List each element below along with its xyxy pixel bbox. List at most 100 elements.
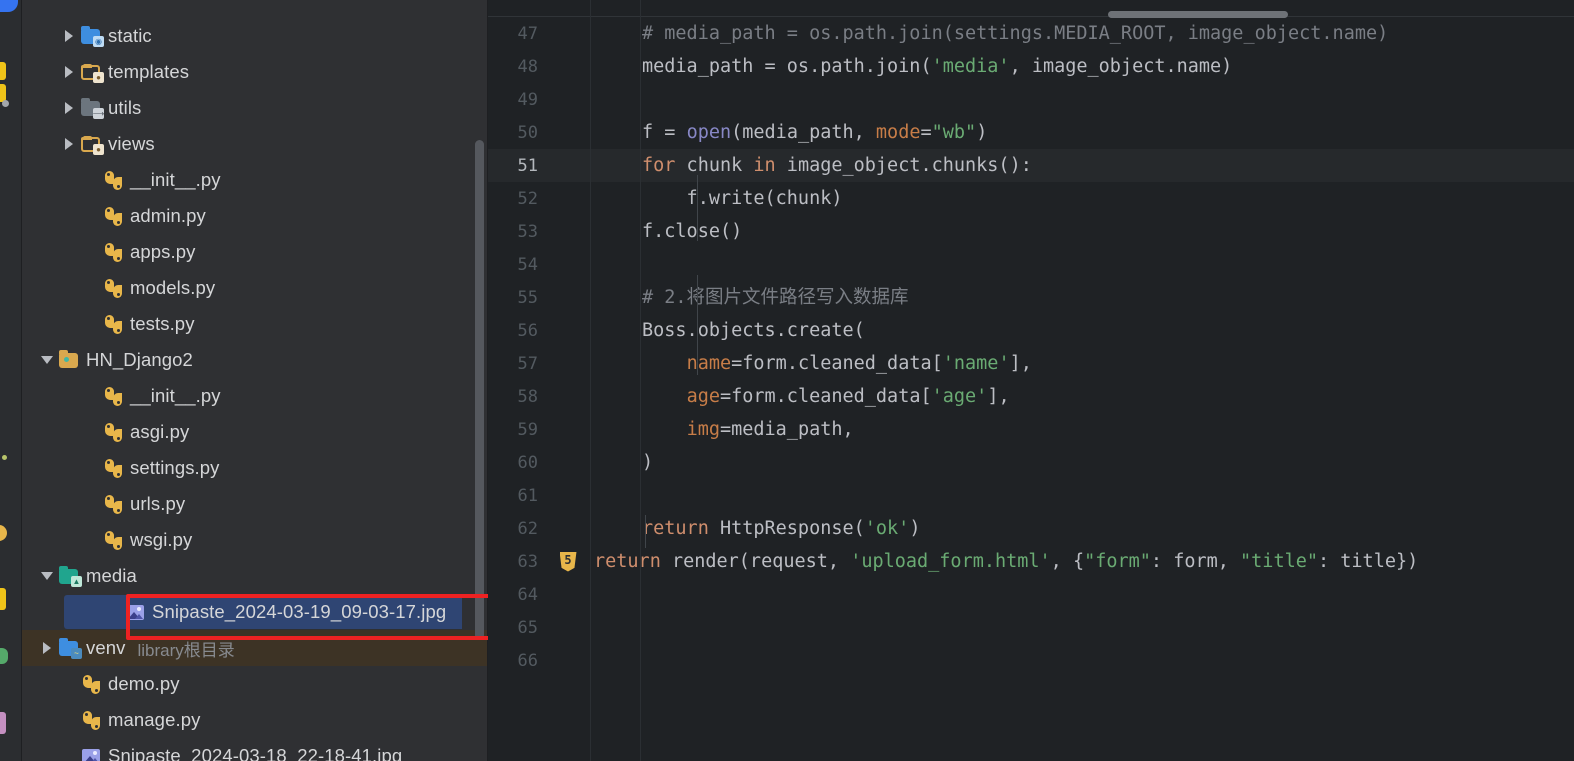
code-line[interactable]: 51 for chunk in image_object.chunks(): — [488, 149, 1574, 182]
code-line[interactable]: 48 media_path = os.path.join('media', ima… — [488, 50, 1574, 83]
code-line[interactable]: 66 — [488, 644, 1574, 677]
python-file-icon — [102, 242, 124, 262]
code-token: ], — [987, 386, 1010, 407]
code-line[interactable]: 56 Boss.objects.create( — [488, 314, 1574, 347]
sidebar-vertical-scrollbar[interactable] — [475, 140, 484, 640]
code-line[interactable]: 52 f.write(chunk) — [488, 182, 1574, 215]
code-token: in — [753, 155, 776, 176]
code-token: for — [642, 155, 676, 176]
tree-item-label: __init__.py — [130, 169, 221, 190]
image-file-icon — [124, 602, 146, 622]
tree-folder-row[interactable]: ● views — [22, 126, 488, 162]
code-line[interactable]: 61 — [488, 479, 1574, 512]
code-line[interactable]: 65 — [488, 611, 1574, 644]
tree-file-row[interactable]: urls.py — [22, 486, 488, 522]
code-token: , image_object.name) — [1009, 56, 1233, 77]
code-text: return HttpResponse('ok') — [590, 512, 1574, 545]
tree-file-row[interactable]: demo.py — [22, 666, 488, 702]
tree-item-label: templates — [108, 61, 190, 82]
code-text: age=form.cleaned_data['age'], — [590, 380, 1574, 413]
line-number: 63 — [517, 551, 538, 572]
python-file-icon — [102, 458, 124, 478]
tree-expander[interactable] — [36, 572, 58, 580]
chevron-right-icon[interactable] — [65, 30, 73, 42]
python-file-icon — [80, 674, 102, 694]
code-text: return render(request, 'upload_form.html… — [590, 545, 1574, 578]
tree-folder-row[interactable]: ▲ media — [22, 558, 488, 594]
tree-item-label: asgi.py — [130, 421, 190, 442]
tree-folder-row[interactable]: ● templates — [22, 54, 488, 90]
line-number: 54 — [517, 254, 538, 275]
tree-expander[interactable] — [58, 138, 80, 150]
python-file-icon — [102, 494, 124, 514]
tree-folder-row[interactable]: ◉ static — [22, 18, 488, 54]
tree-file-row[interactable]: wsgi.py — [22, 522, 488, 558]
tree-file-row[interactable]: manage.py — [22, 702, 488, 738]
tree-expander[interactable] — [58, 102, 80, 114]
code-token: Boss.objects.create( — [642, 320, 865, 341]
chevron-right-icon[interactable] — [65, 66, 73, 78]
html5-icon[interactable]: 5 — [559, 551, 577, 572]
tree-folder-row[interactable]: ~ venv library根目录 — [22, 630, 488, 666]
line-number: 60 — [517, 452, 538, 473]
code-line[interactable]: 47 # media_path = os.path.join(settings.M… — [488, 17, 1574, 50]
code-token: f.write(chunk) — [642, 188, 843, 209]
code-line[interactable]: 53 f.close() — [488, 215, 1574, 248]
clipped-green-icon — [0, 648, 8, 664]
code-line[interactable]: 49 — [488, 83, 1574, 116]
tree-file-row[interactable]: admin.py — [22, 198, 488, 234]
chevron-right-icon[interactable] — [65, 102, 73, 114]
line-number: 53 — [517, 221, 538, 242]
chevron-down-icon[interactable] — [41, 572, 53, 580]
tree-file-row[interactable]: apps.py — [22, 234, 488, 270]
python-file-icon — [102, 314, 124, 334]
tree-file-row[interactable]: __init__.py — [22, 162, 488, 198]
tree-item-label: Snipaste_2024-03-19_09-03-17.jpg — [152, 601, 447, 622]
tree-folder-row[interactable]: HN_Django2 — [22, 342, 488, 378]
code-token: 'media' — [931, 56, 1010, 77]
tree-item-label: static — [108, 25, 152, 46]
code-line[interactable]: 50 f = open(media_path, mode="wb") — [488, 116, 1574, 149]
code-line[interactable]: 62 return HttpResponse('ok') — [488, 512, 1574, 545]
code-line[interactable]: 55 # 2.将图片文件路径写入数据库 — [488, 281, 1574, 314]
code-line[interactable]: 57 name=form.cleaned_data['name'], — [488, 347, 1574, 380]
chevron-right-icon[interactable] — [43, 642, 51, 654]
tree-expander[interactable] — [58, 66, 80, 78]
python-file-icon — [102, 386, 124, 406]
code-text: # 2.将图片文件路径写入数据库 — [590, 281, 1574, 314]
tree-folder-row[interactable]: ⟶ utils — [22, 90, 488, 126]
project-tree-panel[interactable]: ◉ static ● templates ⟶ utils ● views __init__.py… — [22, 0, 488, 761]
code-line[interactable]: 59 img=media_path, — [488, 413, 1574, 446]
tree-file-row[interactable]: settings.py — [22, 450, 488, 486]
chevron-right-icon[interactable] — [65, 138, 73, 150]
line-number: 47 — [517, 23, 538, 44]
code-line[interactable]: 63 5 return render(request, 'upload_form.h… — [488, 545, 1574, 578]
tree-expander[interactable] — [36, 356, 58, 364]
clipped-blue-icon — [0, 0, 18, 12]
editor-horizontal-scrollbar[interactable] — [1108, 11, 1288, 18]
code-token: # 2.将图片文件路径写入数据库 — [642, 287, 909, 308]
tree-expander[interactable] — [58, 30, 80, 42]
tree-file-row[interactable]: asgi.py — [22, 414, 488, 450]
chevron-down-icon[interactable] — [41, 356, 53, 364]
tree-item-label: Snipaste_2024-03-18_22-18-41.jpg — [108, 745, 403, 761]
clipped-yellow-icon-1 — [0, 62, 6, 80]
tree-file-row[interactable]: Snipaste_2024-03-19_09-03-17.jpg — [22, 594, 488, 630]
code-text: media_path = os.path.join('media', image… — [590, 50, 1574, 83]
code-line[interactable]: 58 age=form.cleaned_data['age'], — [488, 380, 1574, 413]
tree-file-row[interactable]: Snipaste_2024-03-18_22-18-41.jpg — [22, 738, 488, 761]
ide-window: ◉ static ● templates ⟶ utils ● views __init__.py… — [0, 0, 1574, 761]
tree-expander[interactable] — [36, 642, 58, 654]
tree-file-row[interactable]: tests.py — [22, 306, 488, 342]
line-number: 48 — [517, 56, 538, 77]
tree-file-row[interactable]: models.py — [22, 270, 488, 306]
tree-file-row[interactable]: __init__.py — [22, 378, 488, 414]
editor-panel[interactable]: 47 # media_path = os.path.join(settings.M… — [488, 0, 1574, 761]
code-line[interactable]: 60) — [488, 446, 1574, 479]
code-text: # media_path = os.path.join(settings.MED… — [590, 17, 1574, 50]
tree-item-label: wsgi.py — [130, 529, 193, 550]
code-line[interactable]: 54 — [488, 248, 1574, 281]
line-number: 65 — [517, 617, 538, 638]
code-line[interactable]: 64 — [488, 578, 1574, 611]
